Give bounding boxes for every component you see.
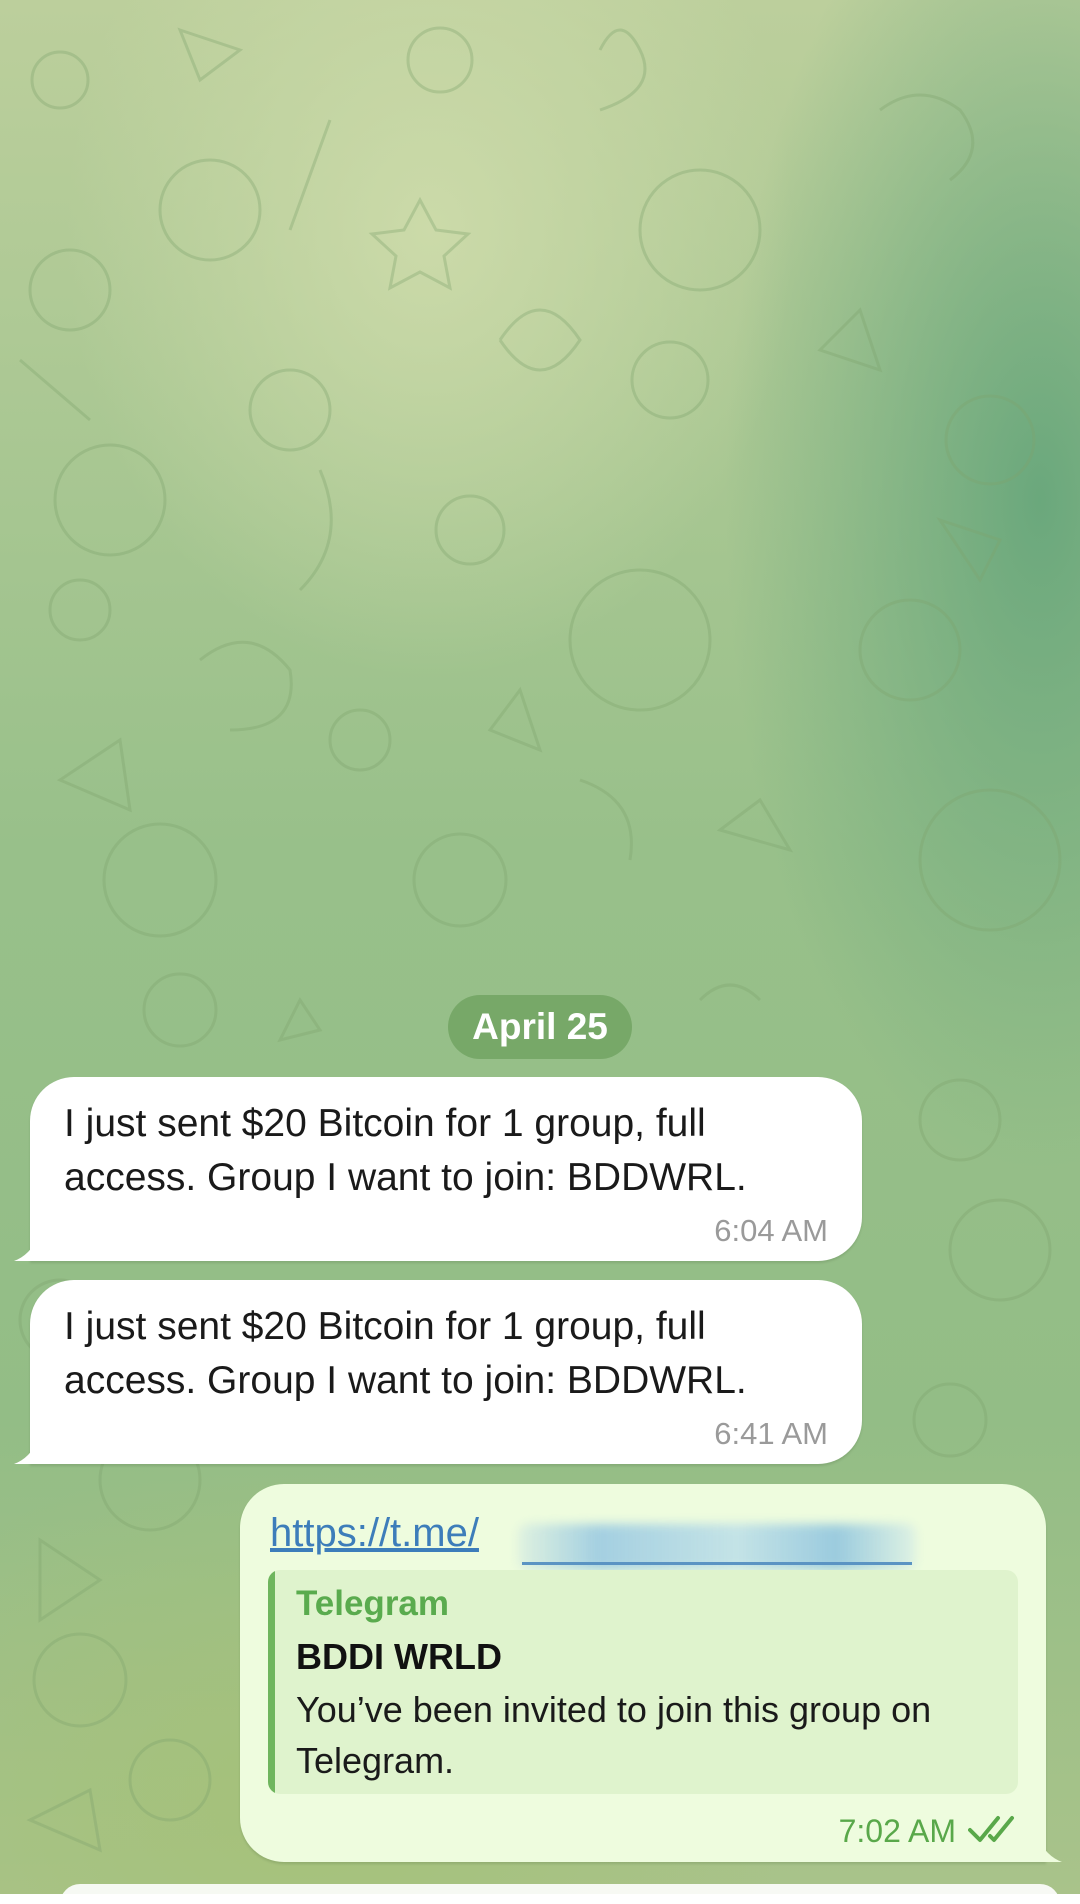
invite-link[interactable]: https://t.me/ bbox=[270, 1506, 479, 1560]
next-message-edge bbox=[60, 1884, 1060, 1904]
bubble-tail bbox=[1038, 1838, 1062, 1862]
incoming-message[interactable]: I just sent $20 Bitcoin for 1 group, ful… bbox=[14, 1077, 862, 1261]
redacted-link-underline bbox=[522, 1562, 912, 1565]
incoming-message[interactable]: I just sent $20 Bitcoin for 1 group, ful… bbox=[14, 1280, 862, 1464]
preview-accent-bar bbox=[268, 1570, 275, 1794]
message-time: 6:41 AM bbox=[714, 1416, 828, 1451]
preview-description: You’ve been invited to join this group o… bbox=[296, 1689, 932, 1781]
outgoing-message[interactable]: https://t.me/ Telegram BDDI WRLD You’ve … bbox=[240, 1484, 1062, 1862]
link-preview-card[interactable]: Telegram BDDI WRLD You’ve been invited t… bbox=[268, 1570, 1018, 1794]
bubble-tail bbox=[14, 1440, 38, 1464]
bubble-tail bbox=[14, 1237, 38, 1261]
double-check-icon bbox=[968, 1816, 1014, 1842]
message-text: I just sent $20 Bitcoin for 1 group, ful… bbox=[64, 1102, 747, 1199]
message-text: I just sent $20 Bitcoin for 1 group, ful… bbox=[64, 1305, 747, 1402]
date-divider: April 25 bbox=[448, 995, 632, 1059]
preview-site-name: Telegram bbox=[296, 1584, 450, 1623]
preview-title: BDDI WRLD bbox=[296, 1636, 502, 1677]
message-time: 7:02 AM bbox=[838, 1813, 956, 1849]
message-time: 6:04 AM bbox=[714, 1213, 828, 1248]
